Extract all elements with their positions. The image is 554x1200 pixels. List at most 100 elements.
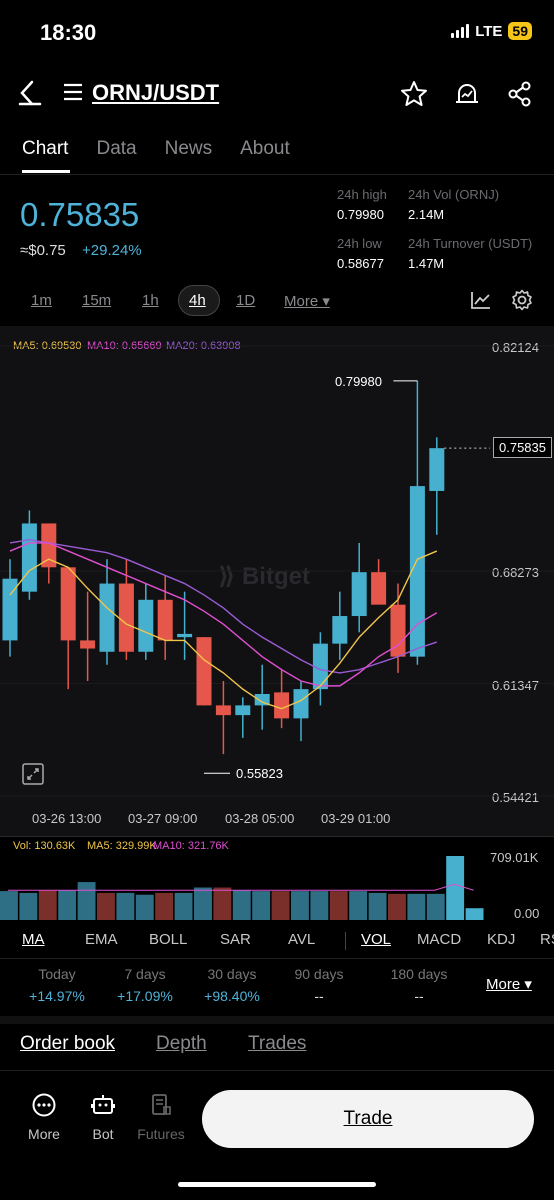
- indicator-boll[interactable]: BOLL: [149, 931, 187, 948]
- pair-title[interactable]: ORNJ/USDT: [92, 80, 219, 106]
- low-label: 24h low: [337, 236, 382, 251]
- divider: [345, 932, 346, 950]
- price-alert-icon[interactable]: [453, 80, 481, 108]
- vol-value: 2.14M: [408, 207, 445, 222]
- candle-body: [293, 689, 309, 719]
- settings-gear-icon[interactable]: [511, 289, 533, 311]
- bot-icon: [91, 1095, 115, 1114]
- candle-body: [215, 705, 231, 716]
- tab-news[interactable]: News: [165, 138, 213, 160]
- candle-body: [157, 599, 173, 641]
- interval-1h[interactable]: 1h: [142, 292, 159, 309]
- turnover-value: 1.47M: [408, 256, 445, 271]
- low-value: 0.58677: [337, 256, 384, 271]
- interval-4h[interactable]: 4h: [189, 292, 206, 309]
- volume-bar: [116, 892, 135, 920]
- candle-body: [235, 705, 251, 716]
- interval-1m[interactable]: 1m: [31, 292, 52, 309]
- network-label: LTE: [475, 22, 503, 40]
- divider: [0, 958, 554, 959]
- indicator-vol[interactable]: VOL: [361, 931, 391, 948]
- perf-value: +98.40%: [204, 988, 260, 1004]
- volume-bar: [368, 892, 387, 920]
- low-annotation: 0.55823: [236, 766, 283, 781]
- volume-bar: [310, 891, 329, 920]
- tab-about[interactable]: About: [240, 138, 290, 160]
- candle-body: [138, 599, 154, 652]
- volume-bar: [232, 890, 251, 920]
- tab-chart[interactable]: Chart: [22, 138, 68, 160]
- nav-more[interactable]: [14, 1093, 74, 1122]
- interval-1d[interactable]: 1D: [236, 292, 255, 309]
- nav-more-label: More: [28, 1126, 60, 1142]
- nav-bot[interactable]: [73, 1093, 133, 1122]
- volume-bar: [155, 892, 174, 920]
- candle-body: [196, 637, 212, 706]
- volume-bar: [19, 892, 38, 920]
- indicator-ma[interactable]: MA: [22, 931, 45, 948]
- tab-depth[interactable]: Depth: [156, 1033, 207, 1055]
- tab-data[interactable]: Data: [96, 138, 136, 160]
- trade-button[interactable]: Trade: [202, 1090, 534, 1148]
- volume-bar: [349, 891, 368, 920]
- perf-label: 180 days: [390, 966, 448, 982]
- indicator-ema[interactable]: EMA: [85, 931, 118, 948]
- indicator-kdj[interactable]: KDJ: [487, 931, 515, 948]
- volume-bar: [97, 892, 115, 920]
- candle-body: [21, 523, 37, 592]
- signal-icon: [451, 24, 470, 38]
- indicator-macd[interactable]: MACD: [417, 931, 461, 948]
- detail-tabs: Chart Data News About: [22, 138, 290, 160]
- candle-body: [351, 572, 367, 617]
- divider: [0, 1070, 554, 1071]
- back-icon[interactable]: [16, 78, 44, 108]
- volume-bar: [465, 908, 484, 920]
- indicator-icon[interactable]: [470, 290, 492, 310]
- volume-bar: [426, 893, 445, 920]
- candle-body: [118, 583, 134, 652]
- volume-bar: [252, 891, 271, 920]
- nav-futures-label: Futures: [137, 1126, 185, 1142]
- interval-15m[interactable]: 15m: [82, 292, 111, 309]
- performance-more[interactable]: More ▾: [486, 975, 532, 993]
- indicator-rsi[interactable]: RS: [540, 931, 554, 948]
- candle-body: [177, 633, 193, 638]
- candle-body: [371, 572, 387, 605]
- volume-bar: [446, 856, 465, 920]
- candle-body: [429, 448, 445, 491]
- perf-value: +17.09%: [117, 988, 173, 1004]
- share-icon[interactable]: [506, 80, 534, 108]
- vol-label: 24h Vol (ORNJ): [408, 187, 500, 202]
- nav-futures[interactable]: [131, 1093, 191, 1122]
- volume-bar: [174, 892, 193, 920]
- perf-label: 30 days: [207, 966, 257, 982]
- menu-icon[interactable]: [62, 82, 84, 102]
- volume-bar: [0, 891, 18, 920]
- price-change: +29.24%: [82, 242, 142, 259]
- candle-body: [99, 583, 115, 652]
- tab-order-book[interactable]: Order book: [20, 1033, 115, 1055]
- active-tab-indicator: [22, 170, 70, 173]
- section-divider: [0, 1016, 554, 1024]
- perf-value: --: [314, 988, 324, 1004]
- interval-more[interactable]: More ▾: [284, 292, 330, 310]
- tab-trades[interactable]: Trades: [248, 1033, 306, 1055]
- status-indicators: LTE 59: [451, 22, 532, 40]
- candlestick-chart: [0, 345, 554, 797]
- nav-bot-label: Bot: [92, 1126, 114, 1142]
- volume-bar: [388, 893, 406, 920]
- volume-chart: [0, 856, 484, 920]
- futures-icon: [152, 1094, 171, 1115]
- divider: [0, 174, 554, 175]
- last-price: 0.75835: [20, 196, 140, 233]
- high-annotation: 0.79980: [335, 374, 382, 389]
- indicator-avl[interactable]: AVL: [288, 931, 315, 948]
- fullscreen-icon[interactable]: [22, 763, 44, 785]
- indicator-sar[interactable]: SAR: [220, 931, 251, 948]
- volume-bar: [77, 882, 96, 920]
- high-value: 0.79980: [337, 207, 384, 222]
- star-icon[interactable]: [400, 80, 428, 108]
- volume-bar: [329, 891, 348, 920]
- volume-bar: [38, 890, 57, 920]
- volume-bar: [135, 894, 154, 920]
